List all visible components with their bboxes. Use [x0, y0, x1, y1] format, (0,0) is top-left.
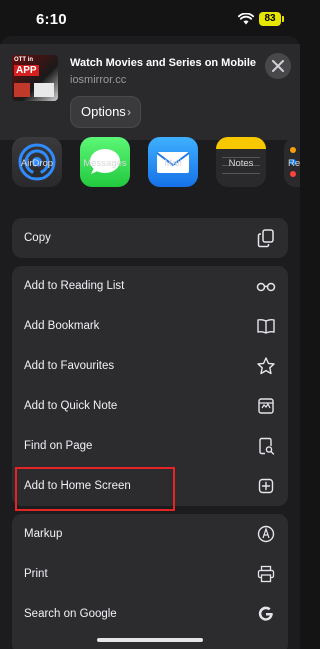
action-add-to-quick-note[interactable]: Add to Quick Note	[12, 386, 288, 426]
action-add-to-reading-list[interactable]: Add to Reading List	[12, 266, 288, 306]
page-title: Watch Movies and Series on Mobile	[70, 57, 257, 69]
copy-icon	[257, 229, 274, 248]
action-markup[interactable]: Markup	[12, 514, 288, 554]
status-bar: 6:10 83	[0, 0, 300, 40]
battery-tip	[282, 16, 284, 22]
action-find-on-page[interactable]: Find on Page	[12, 426, 288, 466]
action-label: Copy	[24, 232, 51, 244]
action-label: Add Bookmark	[24, 320, 100, 332]
app-label-airdrop: AirDrop	[20, 158, 54, 169]
options-button[interactable]: Options ›	[70, 96, 141, 128]
action-group-tools: Markup Print Search on Google	[12, 514, 288, 649]
close-icon	[272, 60, 284, 72]
action-add-bookmark[interactable]: Add Bookmark	[12, 306, 288, 346]
battery-indicator: 83	[259, 12, 281, 26]
options-label: Options	[81, 104, 126, 119]
book-icon	[257, 318, 275, 334]
chevron-right-icon: ›	[127, 105, 131, 119]
status-time: 6:10	[36, 11, 67, 28]
action-search-on-google[interactable]: Search on Google	[12, 594, 288, 634]
star-icon	[257, 357, 275, 375]
quick-note-icon	[258, 398, 274, 414]
highlight-box	[15, 467, 175, 511]
thumbnail-graphic	[14, 83, 30, 97]
printer-icon	[257, 565, 275, 583]
action-copy[interactable]: Copy	[12, 218, 288, 258]
plus-square-icon	[258, 478, 274, 494]
app-label-messages: Messages	[83, 158, 127, 169]
close-button[interactable]	[265, 53, 291, 79]
glasses-icon	[256, 282, 276, 292]
app-label-reminders: Re	[288, 158, 300, 169]
find-icon	[259, 437, 275, 455]
action-group-copy: Copy	[12, 218, 288, 258]
home-indicator	[97, 638, 203, 642]
page-domain: iosmirror.cc	[70, 74, 127, 86]
action-print[interactable]: Print	[12, 554, 288, 594]
thumbnail-text: OTT in	[14, 57, 33, 63]
action-label: Add to Quick Note	[24, 400, 118, 412]
page-thumbnail: OTT in APP	[12, 55, 58, 101]
app-label-notes: Notes	[228, 158, 254, 169]
thumbnail-graphic	[34, 83, 54, 97]
markup-icon	[257, 525, 275, 543]
action-label: Search on Google	[24, 608, 117, 620]
action-label: Markup	[24, 528, 63, 540]
action-add-to-favourites[interactable]: Add to Favourites	[12, 346, 288, 386]
action-label: Find on Page	[24, 440, 93, 452]
action-label: Print	[24, 568, 48, 580]
app-label-mail: Mail	[164, 158, 182, 169]
action-label: Add to Reading List	[24, 280, 125, 292]
wifi-icon	[238, 13, 254, 25]
action-label: Add to Favourites	[24, 360, 115, 372]
google-icon	[258, 606, 273, 621]
thumbnail-text: APP	[14, 65, 39, 76]
